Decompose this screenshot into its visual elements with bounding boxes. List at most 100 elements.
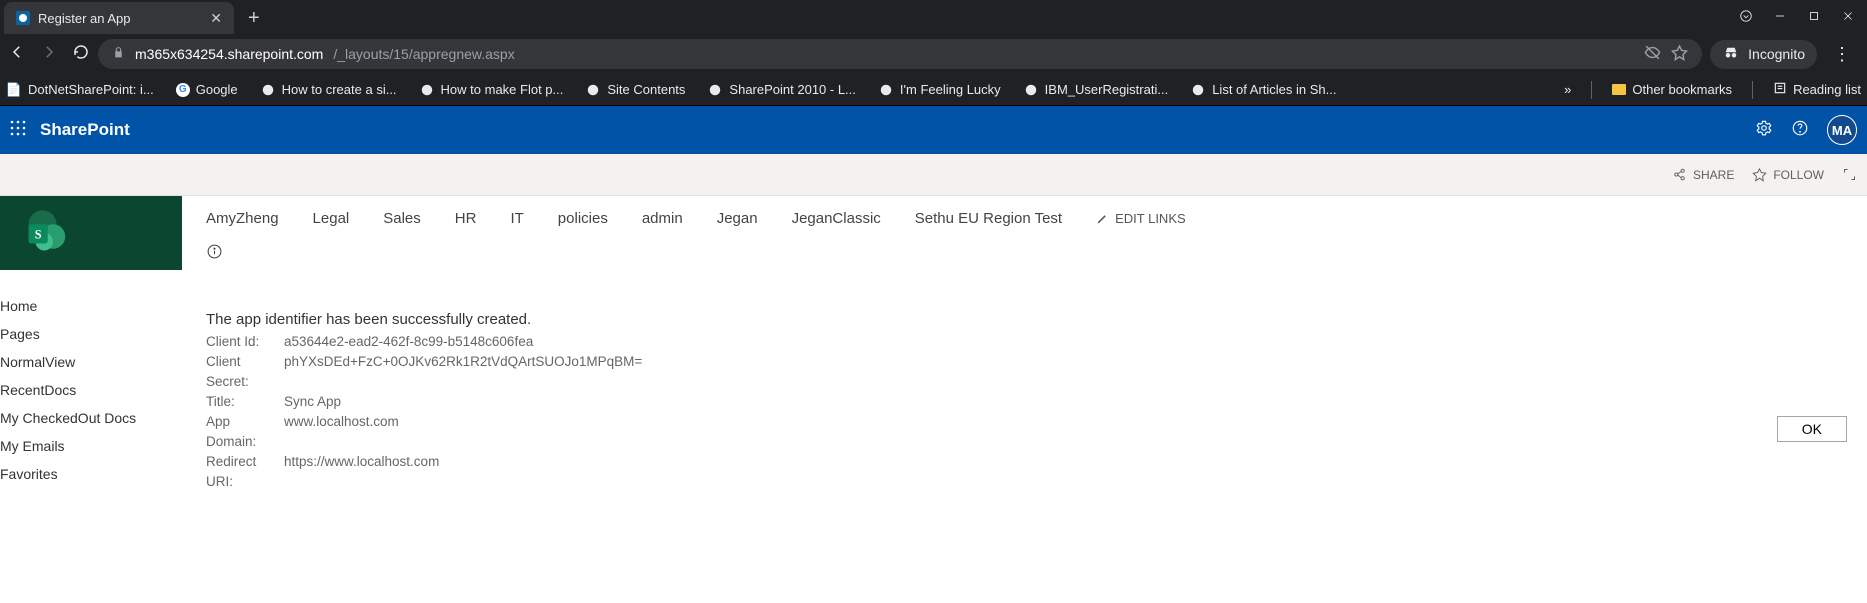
reading-list-icon <box>1773 81 1787 98</box>
bookmark-item[interactable]: Site Contents <box>585 82 685 98</box>
bookmark-item[interactable]: 📄DotNetSharePoint: i... <box>6 82 154 98</box>
sharepoint-brand[interactable]: SharePoint <box>40 120 130 140</box>
ql-pages[interactable]: Pages <box>0 320 182 348</box>
top-navigation: AmyZheng Legal Sales HR IT policies admi… <box>206 210 1849 227</box>
ql-recentdocs[interactable]: RecentDocs <box>0 376 182 404</box>
ql-normalview[interactable]: NormalView <box>0 348 182 376</box>
ql-home[interactable]: Home <box>0 292 182 320</box>
share-label: SHARE <box>1693 168 1734 182</box>
tracking-off-icon[interactable] <box>1644 44 1661 64</box>
bookmark-item[interactable]: How to make Flot p... <box>419 82 564 98</box>
bookmark-label: IBM_UserRegistrati... <box>1045 82 1169 97</box>
globe-icon <box>419 82 435 98</box>
app-domain-value: www.localhost.com <box>284 412 399 452</box>
edit-links-button[interactable]: EDIT LINKS <box>1096 211 1186 226</box>
star-icon <box>1752 167 1767 182</box>
nav-policies[interactable]: policies <box>558 210 608 227</box>
client-id-value: a53644e2-ead2-462f-8c99-b5148c606fea <box>284 332 533 352</box>
other-bookmarks[interactable]: Other bookmarks <box>1612 82 1732 97</box>
focus-content-button[interactable] <box>1842 167 1857 182</box>
title-value: Sync App <box>284 392 341 412</box>
lock-icon <box>112 46 125 62</box>
share-button[interactable]: SHARE <box>1672 167 1734 182</box>
globe-icon <box>878 82 894 98</box>
nav-admin[interactable]: admin <box>642 210 683 227</box>
sharepoint-favicon <box>16 11 30 25</box>
ql-checkedout[interactable]: My CheckedOut Docs <box>0 404 182 432</box>
browser-tab[interactable]: Register an App ✕ <box>4 2 234 34</box>
incognito-indicator[interactable]: Incognito <box>1710 40 1817 69</box>
globe-icon <box>1023 82 1039 98</box>
site-logo[interactable]: S <box>0 196 182 270</box>
client-secret-value: phYXsDEd+FzC+0OJKv62Rk1R2tVdQArtSUOJo1MP… <box>284 352 642 392</box>
bookmark-item[interactable]: How to create a si... <box>260 82 397 98</box>
bookmark-label: Reading list <box>1793 82 1861 97</box>
incognito-label: Incognito <box>1748 46 1805 62</box>
globe-icon <box>260 82 276 98</box>
address-bar[interactable]: m365x634254.sharepoint.com /_layouts/15/a… <box>98 39 1702 69</box>
edit-links-label: EDIT LINKS <box>1115 211 1186 226</box>
bookmark-label: SharePoint 2010 - L... <box>729 82 855 97</box>
redirect-uri-value: https://www.localhost.com <box>284 452 439 492</box>
bookmark-item[interactable]: I'm Feeling Lucky <box>878 82 1001 98</box>
url-path: /_layouts/15/appregnew.aspx <box>333 46 514 62</box>
title-label: Title: <box>206 392 284 412</box>
new-tab-button[interactable]: + <box>234 2 274 34</box>
bookmark-item[interactable]: GGoogle <box>176 82 238 97</box>
ok-button[interactable]: OK <box>1777 416 1847 442</box>
folder-icon <box>1612 84 1626 95</box>
redirect-uri-label: Redirect URI: <box>206 452 284 492</box>
window-maximize-icon[interactable] <box>1807 9 1821 26</box>
incognito-icon <box>1722 44 1740 65</box>
share-icon <box>1672 167 1687 182</box>
success-message: The app identifier has been successfully… <box>206 311 1849 328</box>
nav-hr[interactable]: HR <box>455 210 477 227</box>
settings-gear-icon[interactable] <box>1755 119 1773 142</box>
window-close-icon[interactable] <box>1841 9 1855 26</box>
nav-forward-icon[interactable] <box>40 43 58 66</box>
nav-jegan[interactable]: Jegan <box>717 210 758 227</box>
svg-text:S: S <box>35 227 42 241</box>
client-id-label: Client Id: <box>206 332 284 352</box>
globe-icon <box>1190 82 1206 98</box>
follow-button[interactable]: FOLLOW <box>1752 167 1824 182</box>
nav-sales[interactable]: Sales <box>383 210 421 227</box>
bookmark-label: How to create a si... <box>282 82 397 97</box>
bookmark-label: I'm Feeling Lucky <box>900 82 1001 97</box>
nav-back-icon[interactable] <box>8 43 26 66</box>
nav-legal[interactable]: Legal <box>313 210 350 227</box>
bookmark-label: List of Articles in Sh... <box>1212 82 1336 97</box>
divider <box>1591 81 1592 99</box>
bookmark-item[interactable]: IBM_UserRegistrati... <box>1023 82 1169 98</box>
nav-jeganclassic[interactable]: JeganClassic <box>792 210 881 227</box>
close-tab-icon[interactable]: ✕ <box>210 10 222 27</box>
bookmarks-overflow[interactable]: » <box>1564 82 1571 97</box>
nav-reload-icon[interactable] <box>72 43 90 66</box>
nav-sethu[interactable]: Sethu EU Region Test <box>915 210 1062 227</box>
reading-list[interactable]: Reading list <box>1773 81 1861 98</box>
ql-favorites[interactable]: Favorites <box>0 460 182 488</box>
bookmark-star-icon[interactable] <box>1671 44 1688 64</box>
expand-icon <box>1842 167 1857 182</box>
globe-icon <box>585 82 601 98</box>
url-host: m365x634254.sharepoint.com <box>135 46 323 62</box>
divider <box>1752 81 1753 99</box>
globe-icon <box>707 82 723 98</box>
pencil-icon <box>1096 212 1109 225</box>
tab-title: Register an App <box>38 11 131 26</box>
chrome-menu-icon[interactable]: ⋮ <box>1825 44 1859 65</box>
user-avatar[interactable]: MA <box>1827 115 1857 145</box>
bookmark-item[interactable]: SharePoint 2010 - L... <box>707 82 855 98</box>
bookmark-item[interactable]: List of Articles in Sh... <box>1190 82 1336 98</box>
chrome-account-icon[interactable] <box>1739 9 1753 26</box>
window-minimize-icon[interactable] <box>1773 9 1787 26</box>
bookmark-label: Google <box>196 82 238 97</box>
help-icon[interactable] <box>1791 119 1809 142</box>
nav-it[interactable]: IT <box>510 210 523 227</box>
bookmark-label: Site Contents <box>607 82 685 97</box>
page-icon: 📄 <box>6 82 22 98</box>
app-launcher-icon[interactable] <box>10 120 26 141</box>
nav-amyzheng[interactable]: AmyZheng <box>206 210 279 227</box>
bookmark-label: Other bookmarks <box>1632 82 1732 97</box>
ql-myemails[interactable]: My Emails <box>0 432 182 460</box>
